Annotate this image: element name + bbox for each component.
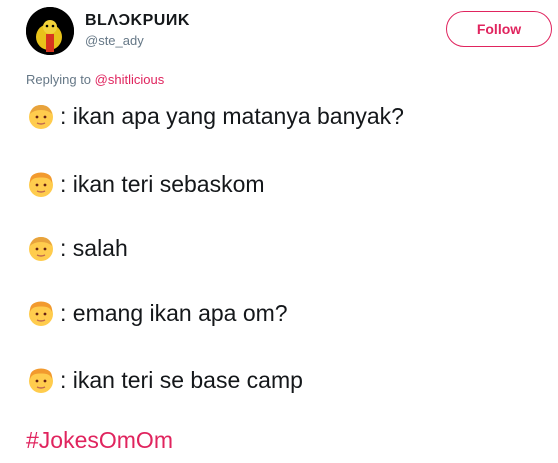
follow-button[interactable]: Follow: [446, 11, 552, 47]
display-name[interactable]: BLΛϽKPUИK: [85, 11, 190, 31]
tweet-line-text: : ikan apa yang matanya banyak?: [60, 102, 404, 129]
tweet-header: BLΛϽKPUИK @ste_ady Follow: [26, 7, 552, 55]
man-emoji: [26, 298, 60, 328]
avatar[interactable]: [26, 7, 74, 55]
tweet-line: : emang ikan apa om?: [26, 295, 288, 331]
user-handle[interactable]: @ste_ady: [85, 32, 190, 50]
tweet-line: : ikan teri sebaskom: [26, 166, 265, 202]
tweet-line-text: : salah: [60, 234, 128, 261]
replying-to-label: Replying to: [26, 72, 92, 87]
tweet-line: : ikan teri se base camp: [26, 362, 303, 398]
tweet-line-text: : ikan teri sebaskom: [60, 170, 265, 197]
hashtag-link[interactable]: #JokesOmOm: [26, 427, 173, 454]
man-emoji: [26, 169, 60, 199]
tweet-line: : ikan apa yang matanya banyak?: [26, 98, 404, 134]
older-man-emoji: [26, 101, 60, 131]
replying-to: Replying to @shitlicious: [26, 72, 164, 87]
tweet-line-text: : emang ikan apa om?: [60, 299, 288, 326]
tweet-line-text: : ikan teri se base camp: [60, 366, 303, 393]
man-emoji: [26, 365, 60, 395]
older-man-emoji: [26, 233, 60, 263]
tweet-line: : salah: [26, 230, 128, 266]
reply-mention-link[interactable]: @shitlicious: [95, 72, 165, 87]
user-names: BLΛϽKPUИK @ste_ady: [85, 11, 190, 50]
